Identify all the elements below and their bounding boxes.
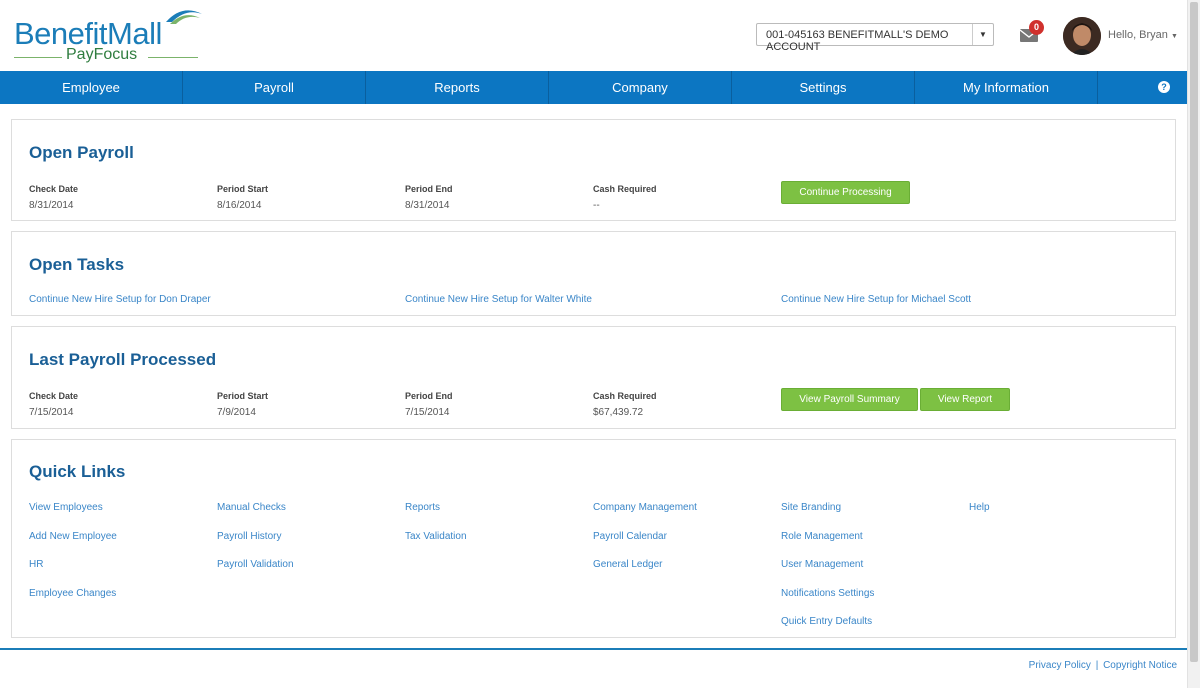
page-scrollbar[interactable] [1187, 0, 1200, 688]
nav-payroll[interactable]: Payroll [183, 71, 366, 104]
account-select-value: 001-045163 BENEFITMALL'S DEMO ACCOUNT [766, 29, 949, 53]
nav-help[interactable]: ? [1098, 71, 1188, 104]
last-payroll-title: Last Payroll Processed [29, 350, 217, 369]
quick-link-payroll-history[interactable]: Payroll History [217, 531, 281, 542]
user-photo-icon [1063, 17, 1101, 55]
nav-settings[interactable]: Settings [732, 71, 915, 104]
nav-company[interactable]: Company [549, 71, 732, 104]
quick-link-employee-changes[interactable]: Employee Changes [29, 588, 116, 599]
footer-divider [0, 648, 1188, 650]
header: BenefitMall PayFocus 001-045163 BENEFITM… [0, 0, 1188, 71]
view-report-button[interactable]: View Report [920, 388, 1010, 411]
quick-link-site-branding[interactable]: Site Branding [781, 502, 841, 513]
quick-link-reports[interactable]: Reports [405, 502, 440, 513]
quick-links-title: Quick Links [29, 462, 126, 481]
period-end-value: 8/31/2014 [405, 200, 450, 211]
account-select[interactable]: 001-045163 BENEFITMALL'S DEMO ACCOUNT ▼ [756, 23, 994, 53]
cash-required-value: -- [593, 200, 600, 211]
task-link[interactable]: Continue New Hire Setup for Walter White [405, 294, 592, 305]
nav-reports[interactable]: Reports [366, 71, 549, 104]
cash-required-label: Cash Required [593, 391, 657, 401]
user-menu[interactable]: Hello, Bryan ▼ [1108, 29, 1178, 41]
quick-link-view-employees[interactable]: View Employees [29, 502, 103, 513]
scrollbar-thumb[interactable] [1190, 2, 1198, 662]
check-date-label: Check Date [29, 184, 79, 194]
period-end-label: Period End [405, 184, 453, 194]
open-tasks-panel: Open Tasks Continue New Hire Setup for D… [11, 231, 1176, 316]
quick-link-payroll-validation[interactable]: Payroll Validation [217, 559, 294, 570]
footer-separator: | [1095, 660, 1099, 671]
quick-link-manual-checks[interactable]: Manual Checks [217, 502, 286, 513]
open-tasks-title: Open Tasks [29, 255, 125, 274]
quick-link-user-management[interactable]: User Management [781, 559, 863, 570]
quick-link-tax-validation[interactable]: Tax Validation [405, 531, 467, 542]
quick-link-quick-entry-defaults[interactable]: Quick Entry Defaults [781, 616, 872, 627]
footer-links: Privacy Policy | Copyright Notice [1029, 660, 1177, 671]
quick-link-notifications-settings[interactable]: Notifications Settings [781, 588, 874, 599]
view-payroll-summary-button[interactable]: View Payroll Summary [781, 388, 918, 411]
quick-link-company-management[interactable]: Company Management [593, 502, 697, 513]
quick-link-hr[interactable]: HR [29, 559, 43, 570]
open-payroll-panel: Open Payroll Check Date 8/31/2014 Period… [11, 119, 1176, 221]
check-date-label: Check Date [29, 391, 79, 401]
period-end-label: Period End [405, 391, 453, 401]
logo[interactable]: BenefitMall PayFocus [14, 4, 210, 66]
period-end-value: 7/15/2014 [405, 407, 450, 418]
avatar[interactable] [1063, 17, 1101, 55]
quick-link-payroll-calendar[interactable]: Payroll Calendar [593, 531, 667, 542]
logo-sub-text: PayFocus [66, 46, 138, 63]
logo-divider [148, 57, 198, 58]
period-start-label: Period Start [217, 184, 269, 194]
period-start-value: 7/9/2014 [217, 407, 256, 418]
task-link[interactable]: Continue New Hire Setup for Don Draper [29, 294, 211, 305]
copyright-notice-link[interactable]: Copyright Notice [1103, 660, 1177, 671]
open-payroll-title: Open Payroll [29, 143, 134, 162]
last-payroll-panel: Last Payroll Processed Check Date 7/15/2… [11, 326, 1176, 429]
mail-count-badge: 0 [1029, 20, 1044, 35]
nav-my-information[interactable]: My Information [915, 71, 1098, 104]
check-date-value: 8/31/2014 [29, 200, 74, 211]
privacy-policy-link[interactable]: Privacy Policy [1029, 660, 1091, 671]
quick-link-role-management[interactable]: Role Management [781, 531, 863, 542]
help-icon[interactable]: ? [1158, 81, 1170, 93]
main-nav: Employee Payroll Reports Company Setting… [0, 71, 1188, 104]
continue-processing-button[interactable]: Continue Processing [781, 181, 910, 204]
task-link[interactable]: Continue New Hire Setup for Michael Scot… [781, 294, 971, 305]
check-date-value: 7/15/2014 [29, 407, 74, 418]
cash-required-value: $67,439.72 [593, 407, 644, 418]
greeting-text: Hello, Bryan [1108, 29, 1168, 41]
period-start-value: 8/16/2014 [217, 200, 262, 211]
quick-links-panel: Quick Links View Employees Add New Emplo… [11, 439, 1176, 638]
logo-divider [14, 57, 62, 58]
logo-swoosh-icon [166, 10, 202, 24]
nav-employee[interactable]: Employee [0, 71, 183, 104]
chevron-down-icon[interactable]: ▼ [972, 24, 993, 45]
quick-link-help[interactable]: Help [969, 502, 990, 513]
caret-down-icon: ▼ [1170, 33, 1178, 40]
quick-link-add-new-employee[interactable]: Add New Employee [29, 531, 117, 542]
period-start-label: Period Start [217, 391, 269, 401]
page: BenefitMall PayFocus 001-045163 BENEFITM… [0, 0, 1188, 688]
cash-required-label: Cash Required [593, 184, 657, 194]
quick-link-general-ledger[interactable]: General Ledger [593, 559, 663, 570]
